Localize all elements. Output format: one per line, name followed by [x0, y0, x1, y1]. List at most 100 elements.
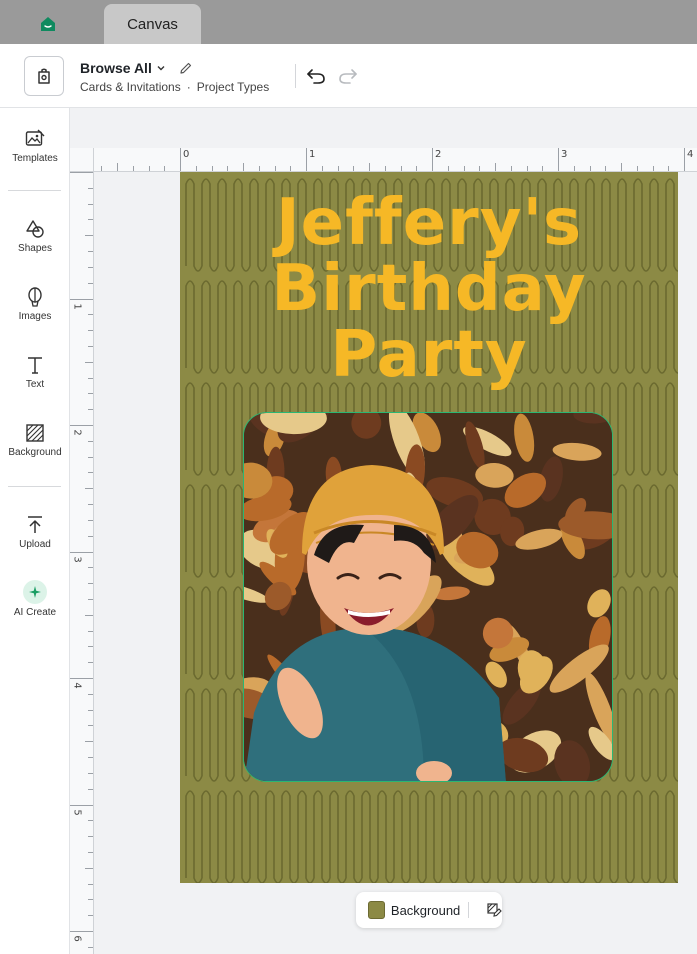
background-label: Background	[390, 902, 461, 918]
images-icon	[28, 287, 42, 307]
ruler-minor-tick	[463, 166, 465, 171]
horizontal-ruler: 0 1 2 3 4	[94, 148, 697, 172]
ruler-minor-tick	[88, 219, 93, 221]
sidebar-item-ai-create[interactable]: AI Create	[0, 580, 70, 618]
ruler-minor-tick	[526, 166, 528, 171]
ruler-minor-tick	[400, 166, 402, 171]
redo-icon	[339, 69, 357, 84]
ruler-minor-tick	[88, 456, 93, 458]
tab-canvas[interactable]: Canvas	[104, 4, 201, 44]
ruler-minor-tick	[542, 166, 544, 171]
ruler-minor-tick	[88, 662, 93, 664]
sidebar-label-images: Images	[18, 311, 52, 322]
ruler-minor-tick	[337, 166, 339, 171]
sidebar-item-text[interactable]: Text	[0, 354, 70, 390]
ruler-minor-tick	[85, 235, 93, 237]
ruler-minor-tick	[369, 163, 370, 171]
breadcrumb-separator: ·	[186, 80, 191, 94]
child-photo	[244, 413, 612, 781]
undo-button[interactable]	[304, 64, 328, 88]
breadcrumb-cards-invitations[interactable]: Cards & Invitations	[80, 80, 181, 94]
sidebar-label-upload: Upload	[19, 539, 51, 550]
ruler-minor-tick	[573, 166, 575, 171]
ruler-minor-tick	[447, 166, 449, 171]
ruler-minor-tick	[668, 166, 670, 171]
ruler-minor-tick	[195, 166, 197, 171]
vertical-ruler: 1 2 3 4 5 6	[70, 172, 94, 954]
ruler-minor-tick	[101, 166, 103, 171]
ruler-minor-tick	[85, 361, 93, 363]
sidebar-label-shapes: Shapes	[18, 243, 52, 254]
ruler-minor-tick	[88, 820, 93, 822]
project-type-button[interactable]	[24, 56, 64, 96]
ruler-minor-tick	[88, 709, 93, 711]
ruler-minor-tick	[211, 166, 213, 171]
ruler-minor-tick	[88, 883, 93, 885]
ruler-minor-tick	[88, 583, 93, 585]
sidebar-item-upload[interactable]: Upload	[0, 514, 70, 550]
ruler-minor-tick	[88, 440, 93, 442]
sidebar-label-background: Background	[8, 447, 62, 458]
sidebar-item-background[interactable]: Background	[0, 422, 70, 458]
ruler-major-tick	[558, 148, 559, 171]
sidebar-item-templates[interactable]: Templates	[0, 128, 70, 164]
ruler-minor-tick	[88, 330, 93, 332]
sidebar-label-ai-create: AI Create	[13, 607, 57, 618]
ruler-minor-tick	[274, 166, 276, 171]
ruler-minor-tick	[88, 946, 93, 948]
ruler-minor-tick	[85, 488, 93, 490]
ruler-minor-tick	[85, 741, 93, 743]
sidebar-item-images[interactable]: Images	[0, 286, 70, 322]
ruler-major-tick	[432, 148, 433, 171]
sidebar-item-shapes[interactable]: Shapes	[0, 218, 70, 254]
title-line-1: Jeffery's	[275, 186, 583, 260]
ruler-minor-tick	[88, 377, 93, 379]
ruler-minor-tick	[88, 836, 93, 838]
ruler-minor-tick	[88, 187, 93, 189]
redo-button[interactable]	[336, 64, 360, 88]
ruler-minor-tick	[88, 788, 93, 790]
edit-background-button[interactable]	[485, 901, 502, 919]
ruler-major-tick	[70, 425, 93, 426]
sidebar-divider	[8, 190, 61, 191]
ruler-number: 4	[71, 682, 83, 689]
ruler-minor-tick	[88, 266, 93, 268]
project-header: Browse All Cards & Invitations · Project…	[0, 44, 697, 108]
pencil-edit-icon[interactable]	[178, 60, 194, 76]
breadcrumb-project-types[interactable]: Project Types	[197, 80, 269, 94]
ruler-minor-tick	[321, 166, 323, 171]
ruler-minor-tick	[416, 166, 418, 171]
upload-icon	[28, 516, 42, 533]
background-swatch	[368, 901, 385, 919]
card-title[interactable]: Jeffery's Birthday Party	[180, 190, 678, 388]
ruler-minor-tick	[88, 519, 93, 521]
ruler-minor-tick	[227, 166, 229, 171]
ruler-major-tick	[180, 148, 181, 171]
ai-sparkle-icon	[29, 586, 41, 598]
ruler-minor-tick	[88, 472, 93, 474]
ruler-minor-tick	[636, 166, 638, 171]
ruler-minor-tick	[88, 567, 93, 569]
background-layer-pill[interactable]: Background	[356, 892, 502, 928]
project-bag-icon	[38, 68, 50, 84]
ruler-minor-tick	[88, 772, 93, 774]
ruler-minor-tick	[605, 166, 607, 171]
ruler-major-tick	[70, 678, 93, 679]
birthday-card[interactable]: Jeffery's Birthday Party	[180, 172, 678, 883]
ruler-major-tick	[306, 148, 307, 171]
ruler-minor-tick	[88, 598, 93, 600]
ruler-number: 1	[71, 302, 83, 310]
ruler-minor-tick	[353, 166, 355, 171]
ruler-minor-tick	[652, 166, 654, 171]
ruler-number: 5	[71, 808, 83, 816]
ruler-minor-tick	[621, 163, 622, 171]
photo-frame-selected[interactable]	[243, 412, 613, 782]
ruler-minor-tick	[290, 166, 292, 171]
browse-all-dropdown[interactable]: Browse All	[80, 60, 194, 76]
ruler-minor-tick	[88, 282, 93, 284]
ruler-number: 0	[183, 149, 190, 160]
ruler-major-tick	[70, 298, 93, 300]
home-icon	[41, 17, 55, 31]
home-tab[interactable]	[30, 10, 66, 38]
ruler-minor-tick	[88, 251, 93, 253]
